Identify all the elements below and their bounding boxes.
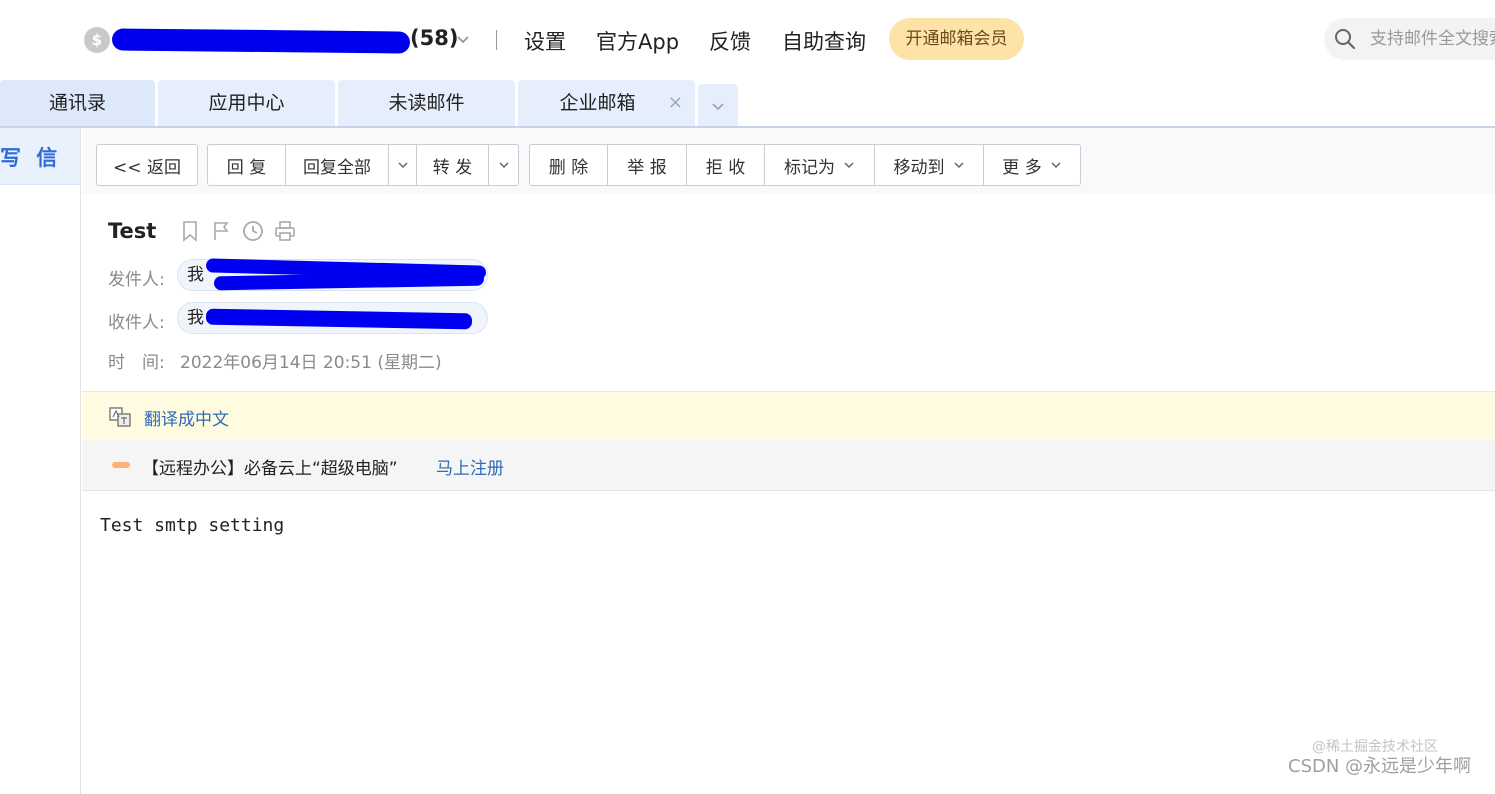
official-app-link[interactable]: 官方App	[596, 26, 679, 56]
mark-as-label: 标记为	[784, 157, 835, 178]
back-group: << 返回	[96, 144, 198, 186]
top-bar: $ (58) 设置 官方App 反馈 自助查询 开通邮箱会员	[0, 0, 1495, 80]
tab-bar: 通讯录 应用中心 未读邮件 企业邮箱 ×	[0, 80, 1495, 128]
move-to-label: 移动到	[893, 157, 945, 178]
mark-as-button[interactable]: 标记为	[765, 145, 875, 185]
time-label: 时 间:	[108, 353, 165, 373]
left-sidebar: 写 信	[0, 128, 81, 794]
self-service-link[interactable]: 自助查询	[782, 26, 866, 56]
search-box[interactable]	[1324, 18, 1495, 60]
compose-button[interactable]: 写 信	[0, 128, 80, 185]
redacted-account-name	[111, 28, 411, 54]
move-to-button[interactable]: 移动到	[875, 145, 984, 185]
reply-group: 回 复 回复全部 转 发	[207, 144, 519, 186]
ad-logo-icon	[112, 462, 130, 468]
tab-label: 企业邮箱	[559, 92, 636, 114]
translate-icon	[109, 407, 131, 427]
ad-text: 【远程办公】必备云上“超级电脑”	[142, 459, 398, 479]
tab-label: 未读邮件	[388, 92, 465, 114]
tab-label: 通讯录	[48, 92, 106, 114]
translate-bar: 翻译成中文	[82, 391, 1495, 440]
tab-contacts[interactable]: 通讯录	[0, 80, 155, 126]
chevron-down-icon[interactable]	[455, 31, 471, 47]
tab-unread-mail[interactable]: 未读邮件	[338, 80, 515, 126]
divider	[496, 30, 497, 50]
mail-body: Test smtp setting	[100, 515, 285, 536]
close-icon[interactable]: ×	[668, 80, 683, 126]
register-now-link[interactable]: 马上注册	[436, 454, 504, 479]
forward-options-button[interactable]	[489, 145, 518, 185]
tab-enterprise-mail[interactable]: 企业邮箱 ×	[518, 80, 695, 126]
mail-subject: Test	[108, 219, 157, 243]
chevron-down-icon	[1051, 162, 1061, 169]
chevron-down-icon	[712, 103, 724, 111]
delete-button[interactable]: 删 除	[530, 145, 608, 185]
recipient-label: 收件人:	[108, 313, 165, 333]
flag-icon[interactable]	[210, 219, 234, 243]
chevron-down-icon	[953, 162, 964, 169]
sender-name: 我	[187, 265, 204, 285]
forward-button[interactable]: 转 发	[417, 145, 489, 185]
bookmark-icon[interactable]	[178, 219, 202, 243]
mail-toolbar: << 返回 回 复 回复全部 转 发 删 除 举 报 拒 收 标记为 移动到 更…	[82, 128, 1495, 194]
reply-all-button[interactable]: 回复全部	[286, 145, 389, 185]
back-button[interactable]: << 返回	[97, 145, 197, 185]
search-input[interactable]	[1370, 18, 1495, 60]
settings-link[interactable]: 设置	[524, 26, 566, 56]
chevron-down-icon	[397, 162, 408, 169]
chevron-down-icon	[498, 162, 509, 169]
reply-button[interactable]: 回 复	[208, 145, 286, 185]
clock-icon[interactable]	[241, 219, 265, 243]
sender-label: 发件人:	[108, 270, 165, 290]
search-icon[interactable]	[1334, 28, 1356, 50]
print-icon[interactable]	[273, 219, 297, 243]
feedback-link[interactable]: 反馈	[709, 26, 751, 56]
more-button[interactable]: 更 多	[984, 145, 1080, 185]
tab-label: 应用中心	[208, 92, 285, 114]
tab-app-center[interactable]: 应用中心	[158, 80, 335, 126]
vip-membership-button[interactable]: 开通邮箱会员	[889, 18, 1024, 60]
reject-button[interactable]: 拒 收	[687, 145, 765, 185]
reply-options-button[interactable]	[389, 145, 417, 185]
time-value: 2022年06月14日 20:51 (星期二)	[180, 353, 442, 373]
recipient-name: 我	[187, 308, 204, 328]
translate-link[interactable]: 翻译成中文	[144, 405, 229, 430]
watermark-csdn: CSDN @永远是少年啊	[1288, 756, 1472, 777]
actions-group: 删 除 举 报 拒 收 标记为 移动到 更 多	[529, 144, 1081, 186]
chevron-down-icon	[844, 162, 854, 169]
ad-bar: 【远程办公】必备云上“超级电脑” 马上注册	[82, 440, 1495, 491]
report-button[interactable]: 举 报	[608, 145, 687, 185]
more-label: 更 多	[1002, 157, 1042, 178]
tab-more-button[interactable]	[698, 84, 738, 126]
account-coin-icon[interactable]: $	[84, 27, 110, 53]
unread-count[interactable]: (58)	[410, 26, 458, 50]
